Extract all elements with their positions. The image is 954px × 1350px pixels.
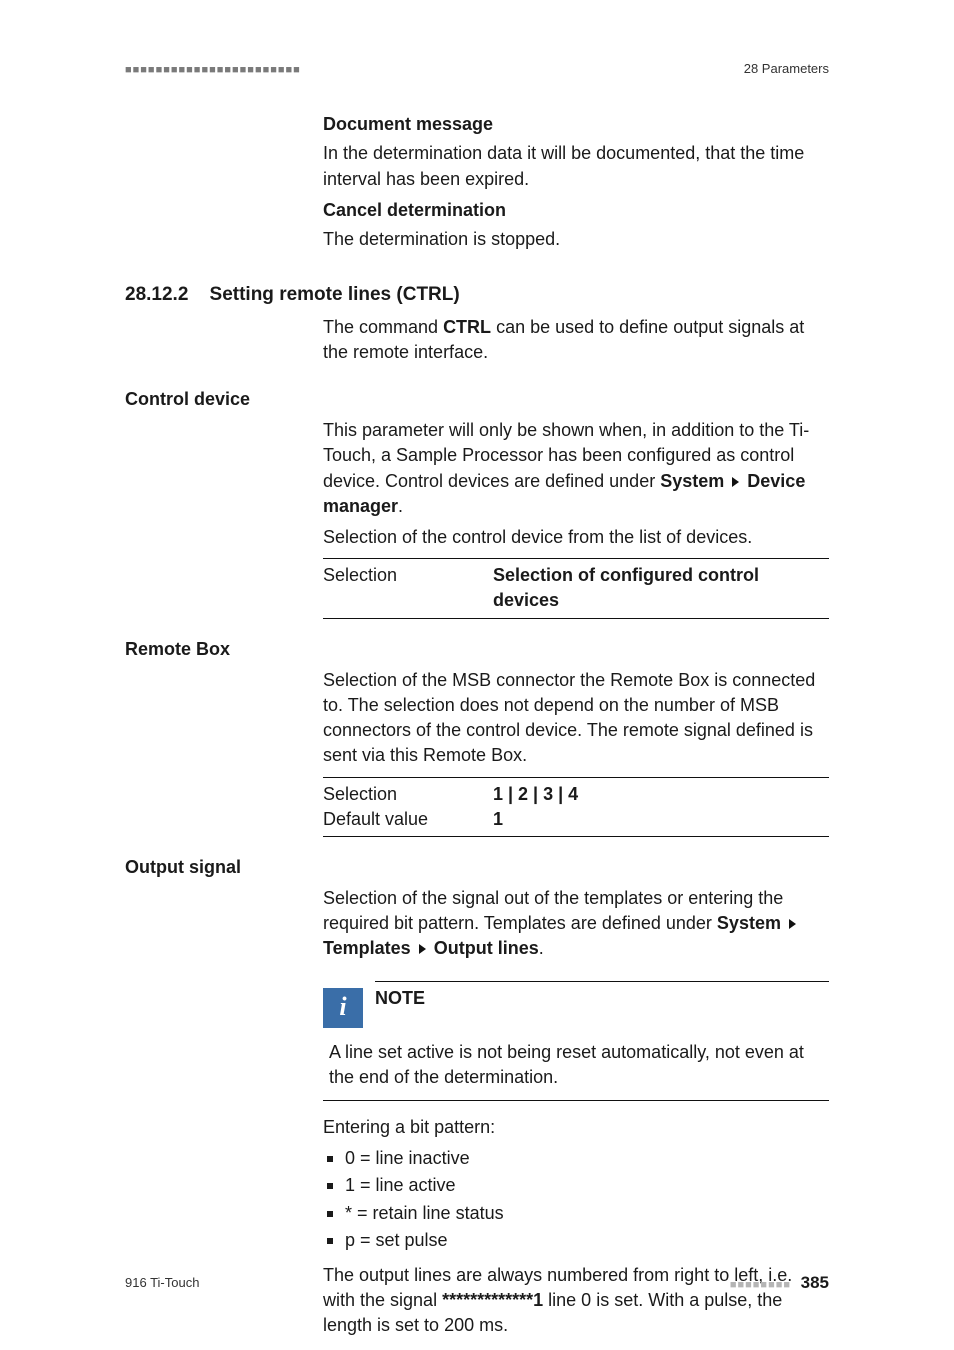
cd-selection-value: Selection of configured control devices (493, 563, 829, 613)
list-item: * = retain line status (323, 1201, 829, 1226)
section-intro: The command CTRL can be used to define o… (323, 315, 829, 365)
note-box: i NOTE A line set active is not being re… (323, 976, 829, 1101)
control-device-selection-table: Selection Selection of configured contro… (323, 558, 829, 618)
bit-pattern-list: 0 = line inactive 1 = line active * = re… (323, 1146, 829, 1253)
control-device-label: Control device (125, 387, 829, 412)
breadcrumb-arrow-icon (789, 919, 796, 929)
header-decor-left: ■■■■■■■■■■■■■■■■■■■■■■■ (125, 63, 301, 78)
section-title: Setting remote lines (CTRL) (210, 284, 460, 305)
output-signal-label: Output signal (125, 855, 829, 880)
section-intro-pre: The command (323, 317, 443, 337)
breadcrumb-arrow-icon (419, 944, 426, 954)
remote-box-selection-table: Selection 1 | 2 | 3 | 4 Default value 1 (323, 777, 829, 837)
page-header: ■■■■■■■■■■■■■■■■■■■■■■■ 28 Parameters (125, 60, 829, 86)
ctrl-keyword: CTRL (443, 317, 491, 337)
doc-message-heading: Document message (323, 114, 493, 134)
remote-box-label: Remote Box (125, 637, 829, 662)
note-title: NOTE (375, 981, 829, 1011)
list-item: p = set pulse (323, 1228, 829, 1253)
rb-default-label: Default value (323, 807, 493, 832)
cancel-det-text: The determination is stopped. (323, 227, 829, 252)
remote-box-p1: Selection of the MSB connector the Remot… (323, 668, 829, 769)
control-device-p1: This parameter will only be shown when, … (323, 418, 829, 519)
control-device-p2: Selection of the control device from the… (323, 525, 829, 550)
section-number: 28.12.2 (125, 284, 188, 305)
cancel-det-heading: Cancel determination (323, 200, 506, 220)
rb-selection-label: Selection (323, 782, 493, 807)
list-item: 1 = line active (323, 1173, 829, 1198)
output-signal-p1: Selection of the signal out of the templ… (323, 886, 829, 962)
cd-selection-label: Selection (323, 563, 493, 613)
breadcrumb-arrow-icon (732, 477, 739, 487)
list-item: 0 = line inactive (323, 1146, 829, 1171)
footer-decor: ■■■■■■■■ (730, 1279, 791, 1291)
page-number: 385 (801, 1273, 829, 1292)
doc-message-text: In the determination data it will be doc… (323, 141, 829, 191)
rb-default-value: 1 (493, 807, 503, 832)
footer-product: 916 Ti-Touch (125, 1274, 199, 1292)
intro-block: Document message In the determination da… (323, 112, 829, 252)
header-chapter: 28 Parameters (744, 60, 829, 78)
rb-selection-value: 1 | 2 | 3 | 4 (493, 782, 578, 807)
page-footer: 916 Ti-Touch ■■■■■■■■ 385 (125, 1271, 829, 1295)
section-heading: 28.12.2 Setting remote lines (CTRL) (125, 282, 829, 309)
note-body: A line set active is not being reset aut… (329, 1040, 829, 1090)
info-icon: i (323, 988, 363, 1028)
bit-pattern-intro: Entering a bit pattern: (323, 1115, 829, 1140)
